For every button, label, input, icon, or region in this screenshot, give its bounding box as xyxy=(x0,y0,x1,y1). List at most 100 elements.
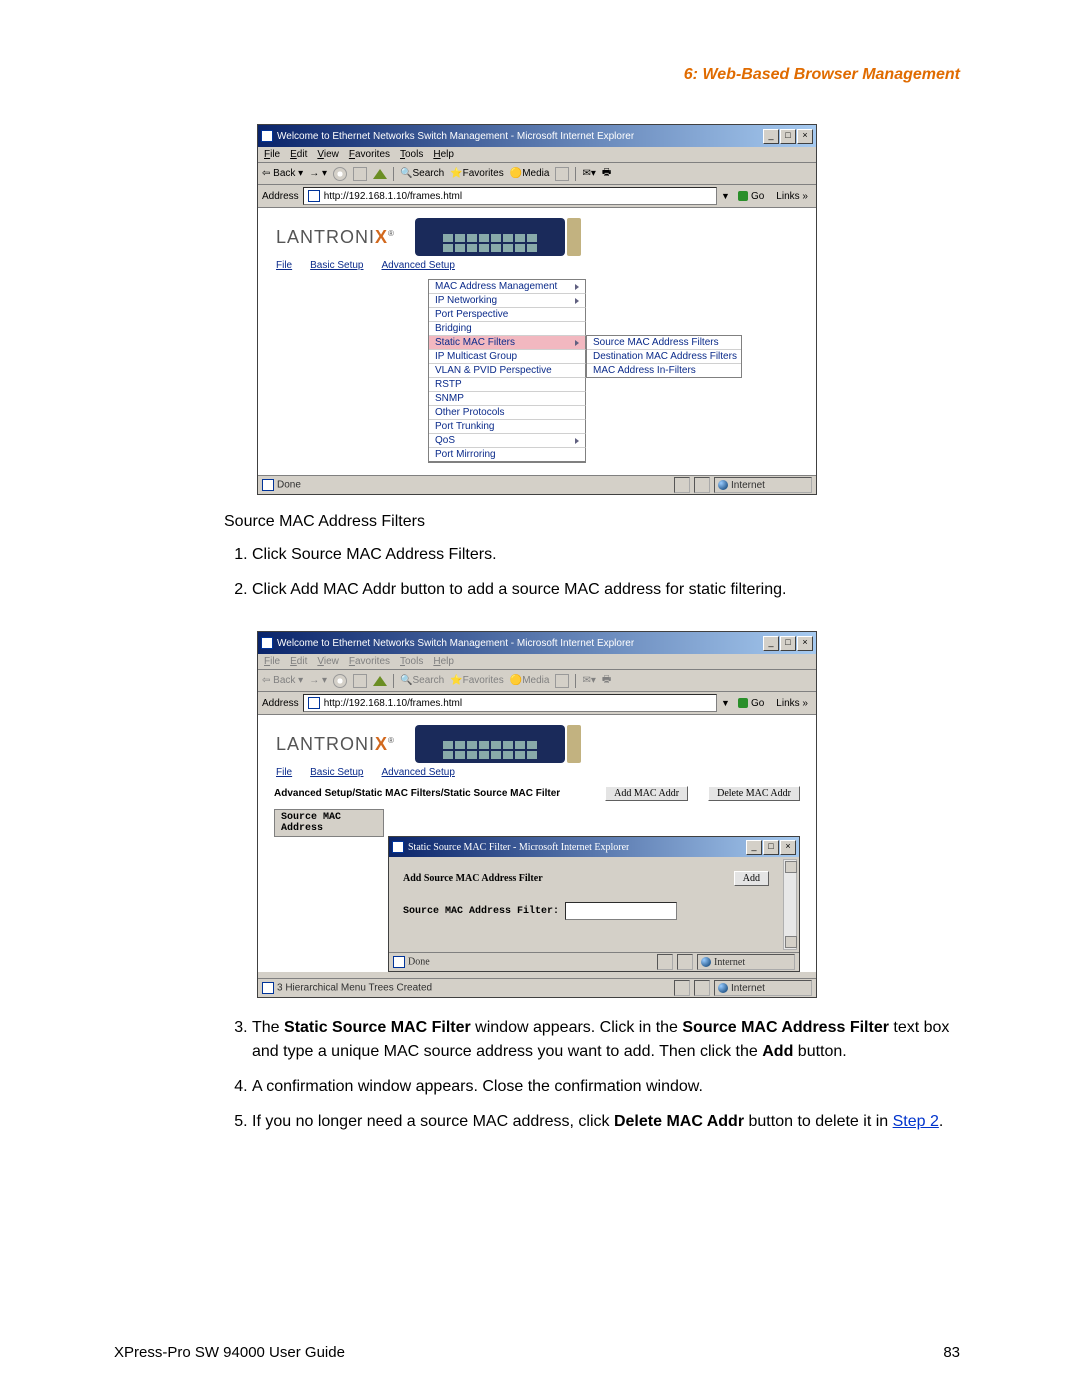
dialog-title-text: Static Source MAC Filter - Microsoft Int… xyxy=(408,842,629,853)
history-icon[interactable] xyxy=(555,167,569,181)
menu-rstp[interactable]: RSTP xyxy=(429,378,586,392)
close-button[interactable]: × xyxy=(780,840,796,855)
menu-view[interactable]: View xyxy=(317,149,339,160)
ie-app-icon xyxy=(261,130,273,142)
links-button[interactable]: Links » xyxy=(772,698,812,709)
toolbar-separator xyxy=(575,167,576,181)
stop-icon[interactable] xyxy=(333,167,347,181)
forward-button[interactable]: → ▾ xyxy=(309,675,327,686)
menu-mac-address-management[interactable]: MAC Address Management xyxy=(429,280,586,294)
submenu-dest-mac-filters[interactable]: Destination MAC Address Filters xyxy=(587,350,741,364)
home-icon[interactable] xyxy=(373,676,387,686)
menu-favorites[interactable]: Favorites xyxy=(349,656,390,667)
menu-favorites[interactable]: Favorites xyxy=(349,149,390,160)
menu-edit[interactable]: Edit xyxy=(290,656,307,667)
nav-basic-setup[interactable]: Basic Setup xyxy=(310,767,363,778)
step-5: If you no longer need a source MAC addre… xyxy=(252,1110,960,1133)
refresh-icon[interactable] xyxy=(353,167,367,181)
nav-advanced-setup[interactable]: Advanced Setup xyxy=(382,767,455,778)
links-button[interactable]: Links » xyxy=(772,191,812,202)
submenu-mac-in-filters[interactable]: MAC Address In-Filters xyxy=(587,364,741,377)
menu-view[interactable]: View xyxy=(317,656,339,667)
address-dropdown[interactable]: ▼ xyxy=(721,191,730,201)
menu-vlan-pvid[interactable]: VLAN & PVID Perspective xyxy=(429,364,586,378)
minimize-button[interactable]: _ xyxy=(763,129,779,144)
ie-menubar[interactable]: File Edit View Favorites Tools Help xyxy=(258,147,816,163)
chapter-header: 6: Web-Based Browser Management xyxy=(114,66,960,84)
menu-file[interactable]: File xyxy=(264,656,280,667)
menu-port-trunking[interactable]: Port Trunking xyxy=(429,420,586,434)
lantronix-logo: LANTRONIX® xyxy=(276,734,395,755)
source-mac-filter-input[interactable] xyxy=(565,902,677,920)
menu-bridging[interactable]: Bridging xyxy=(429,322,586,336)
minimize-button[interactable]: _ xyxy=(746,840,762,855)
ie-statusbar: Done Internet xyxy=(258,475,816,494)
history-icon[interactable] xyxy=(555,674,569,688)
search-button[interactable]: 🔍Search xyxy=(400,675,444,686)
close-button[interactable]: × xyxy=(797,129,813,144)
back-button[interactable]: ⇦ Back ▾ xyxy=(262,168,303,179)
menu-tools[interactable]: Tools xyxy=(400,656,423,667)
maximize-button[interactable]: □ xyxy=(780,636,796,651)
forward-button[interactable]: → ▾ xyxy=(309,168,327,179)
go-button[interactable]: Go xyxy=(734,191,768,202)
globe-icon xyxy=(718,983,728,993)
menu-help[interactable]: Help xyxy=(433,656,454,667)
nav-file[interactable]: File xyxy=(276,260,292,271)
ie-app-icon xyxy=(392,841,404,853)
refresh-icon[interactable] xyxy=(353,674,367,688)
dialog-scrollbar[interactable] xyxy=(783,859,797,950)
favorites-button[interactable]: ⭐Favorites xyxy=(450,168,504,179)
address-input[interactable]: http://192.168.1.10/frames.html xyxy=(303,694,717,712)
go-button[interactable]: Go xyxy=(734,698,768,709)
submenu-source-mac-filters[interactable]: Source MAC Address Filters xyxy=(587,336,741,350)
ie-menubar-2[interactable]: File Edit View Favorites Tools Help xyxy=(258,654,816,670)
delete-mac-addr-button[interactable]: Delete MAC Addr xyxy=(708,786,800,801)
ie-statusbar-2: 3 Hierarchical Menu Trees Created Intern… xyxy=(258,978,816,997)
status-text: 3 Hierarchical Menu Trees Created xyxy=(277,983,432,994)
address-dropdown[interactable]: ▼ xyxy=(721,698,730,708)
nav-basic-setup[interactable]: Basic Setup xyxy=(310,260,363,271)
menu-snmp[interactable]: SNMP xyxy=(429,392,586,406)
page-icon xyxy=(308,697,320,709)
add-mac-addr-button[interactable]: Add MAC Addr xyxy=(605,786,688,801)
menu-edit[interactable]: Edit xyxy=(290,149,307,160)
minimize-button[interactable]: _ xyxy=(763,636,779,651)
step-2-link[interactable]: Step 2 xyxy=(893,1113,939,1130)
add-button[interactable]: Add xyxy=(734,871,769,886)
mail-icon[interactable]: ✉▾ xyxy=(582,168,595,179)
search-button[interactable]: 🔍Search xyxy=(400,168,444,179)
favorites-button[interactable]: ⭐Favorites xyxy=(450,675,504,686)
maximize-button[interactable]: □ xyxy=(763,840,779,855)
menu-ip-multicast-group[interactable]: IP Multicast Group xyxy=(429,350,586,364)
step-4: A confirmation window appears. Close the… xyxy=(252,1075,960,1098)
menu-tools[interactable]: Tools xyxy=(400,149,423,160)
media-button[interactable]: 🟡Media xyxy=(510,168,550,179)
menu-file[interactable]: File xyxy=(264,149,280,160)
menu-static-mac-filters[interactable]: Static MAC Filters xyxy=(429,336,586,350)
back-button[interactable]: ⇦ Back ▾ xyxy=(262,675,303,686)
maximize-button[interactable]: □ xyxy=(780,129,796,144)
menu-qos[interactable]: QoS xyxy=(429,434,586,448)
stop-icon[interactable] xyxy=(333,674,347,688)
print-icon[interactable]: 🖶 xyxy=(602,165,611,182)
screenshot-1: Welcome to Ethernet Networks Switch Mana… xyxy=(114,124,960,495)
menu-ip-networking[interactable]: IP Networking xyxy=(429,294,586,308)
lantronix-logo: LANTRONIX® xyxy=(276,227,395,248)
address-input[interactable]: http://192.168.1.10/frames.html xyxy=(303,187,717,205)
menu-port-perspective[interactable]: Port Perspective xyxy=(429,308,586,322)
static-source-mac-filter-dialog: Static Source MAC Filter - Microsoft Int… xyxy=(388,836,800,972)
mail-icon[interactable]: ✉▾ xyxy=(582,675,595,686)
menu-port-mirroring[interactable]: Port Mirroring xyxy=(429,448,586,462)
nav-file[interactable]: File xyxy=(276,767,292,778)
close-button[interactable]: × xyxy=(797,636,813,651)
status-cell xyxy=(694,477,710,493)
print-icon[interactable]: 🖶 xyxy=(602,672,611,689)
nav-advanced-setup[interactable]: Advanced Setup xyxy=(382,260,455,271)
menu-other-protocols[interactable]: Other Protocols xyxy=(429,406,586,420)
advanced-menu: MAC Address Management IP Networking Por… xyxy=(428,279,586,463)
menu-help[interactable]: Help xyxy=(433,149,454,160)
home-icon[interactable] xyxy=(373,169,387,179)
media-button[interactable]: 🟡Media xyxy=(510,675,550,686)
dialog-heading: Add Source MAC Address Filter xyxy=(403,873,543,884)
